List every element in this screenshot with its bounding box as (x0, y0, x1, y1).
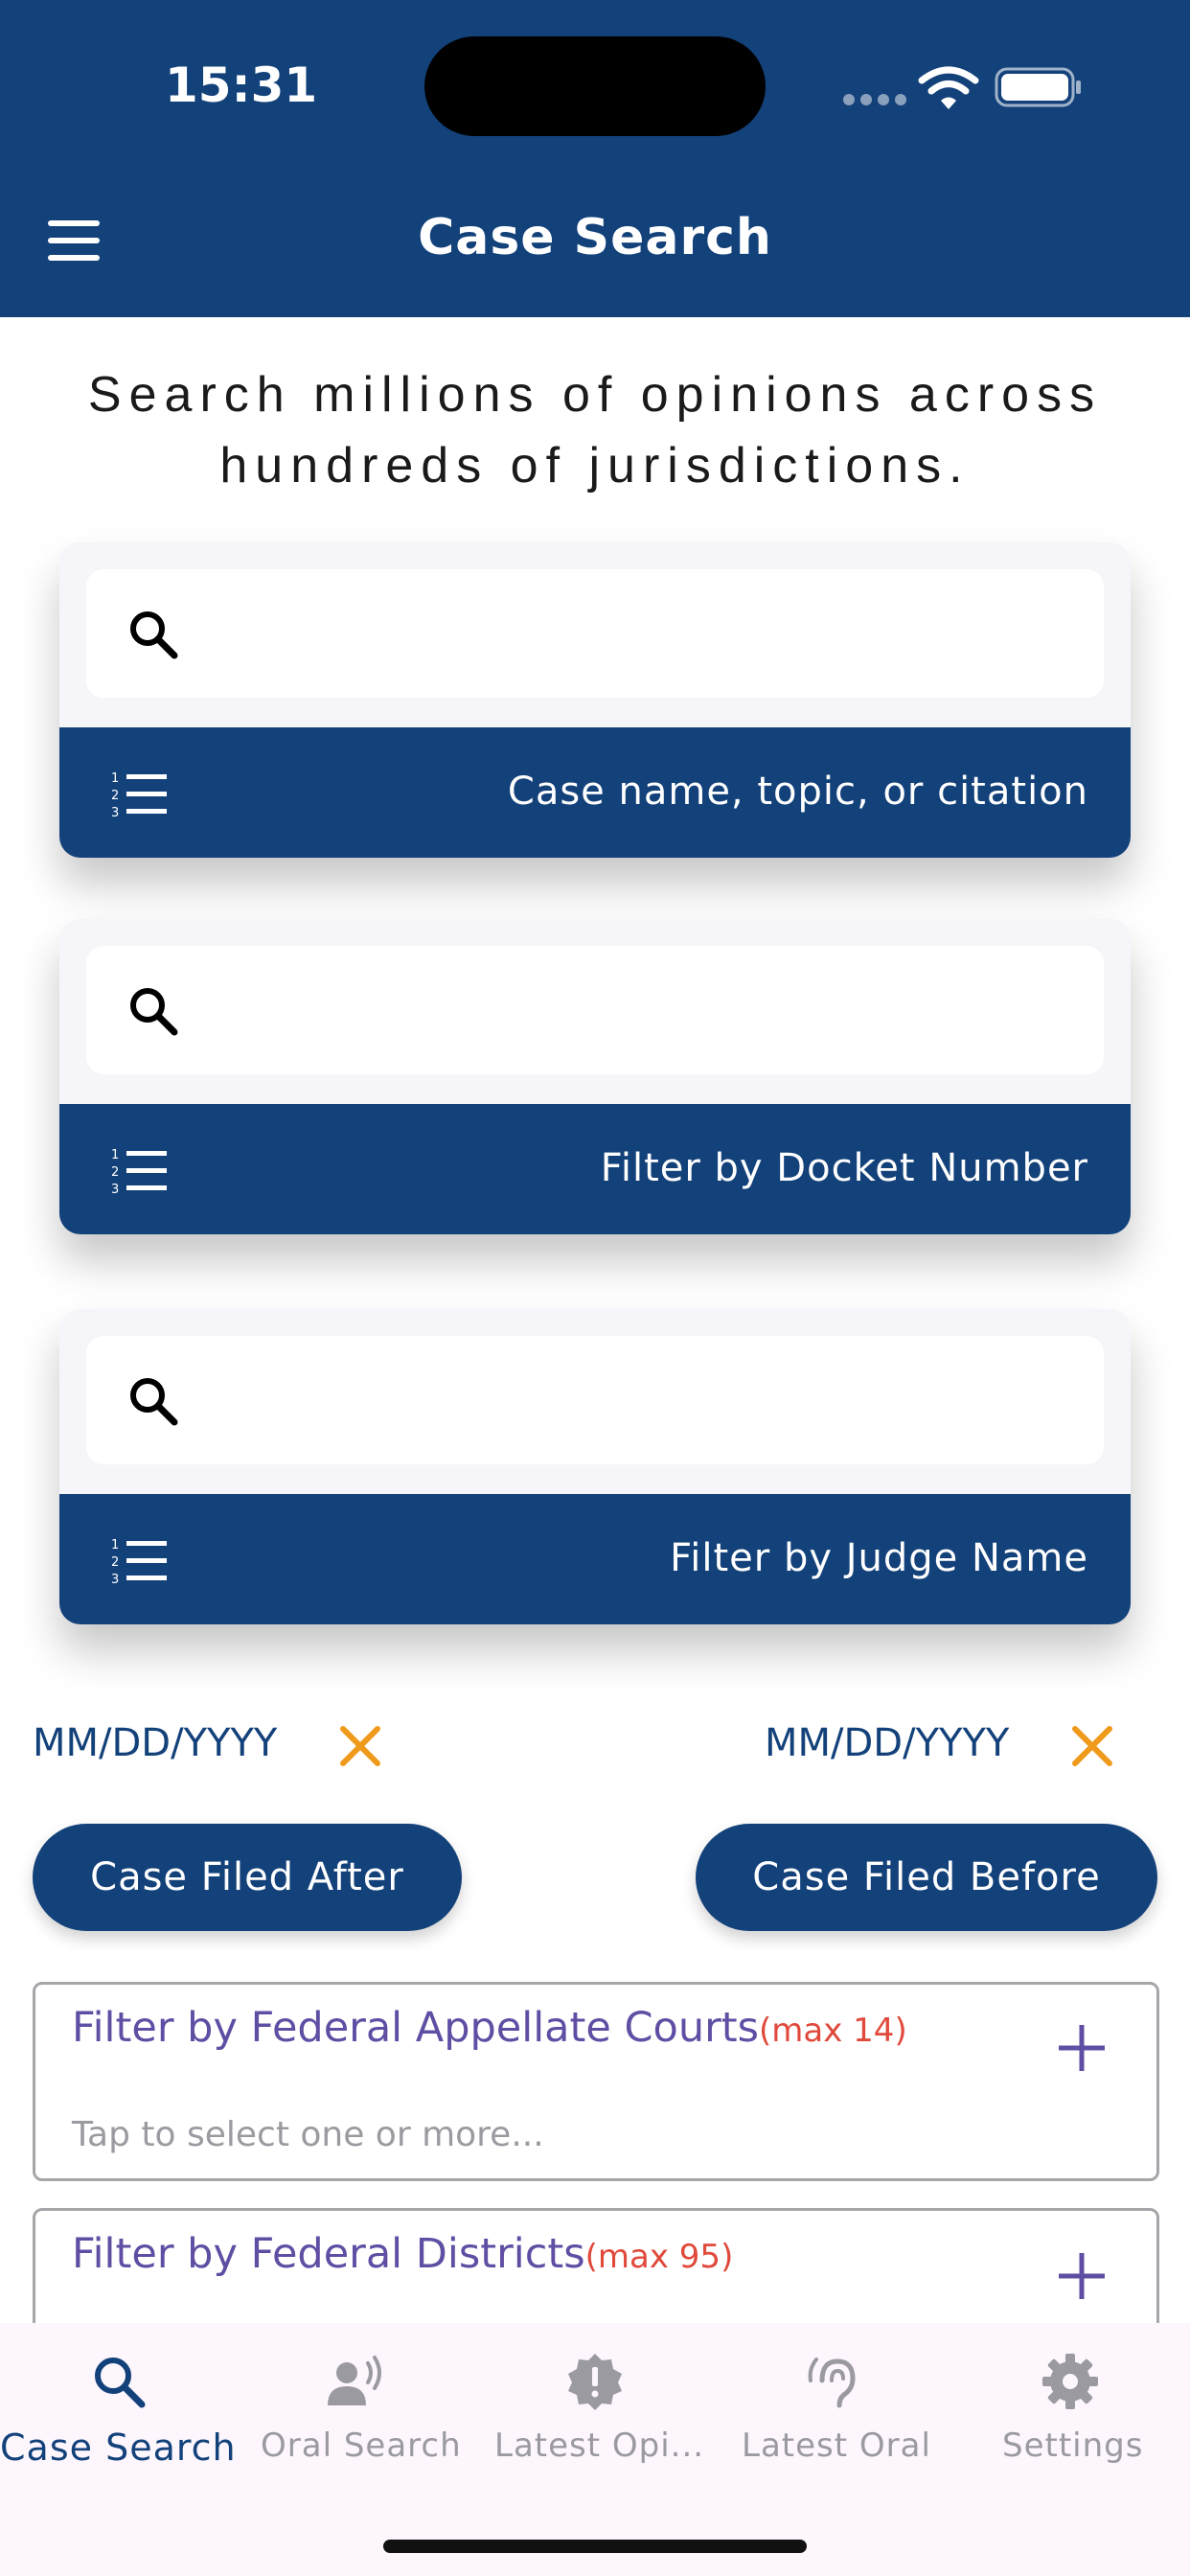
alert-badge-icon (568, 2354, 622, 2410)
appellate-courts-filter-title: Filter by Federal Appellate Courts(max 1… (72, 2004, 907, 2052)
app-header: 15:31 Case Search (0, 0, 1190, 317)
home-indicator (383, 2540, 807, 2553)
date-before-value[interactable]: MM/DD/YYYY (765, 1721, 1009, 1765)
search-icon (130, 1378, 178, 1426)
judge-search-hint: Filter by Judge Name (670, 1536, 1088, 1580)
appellate-courts-hint: Tap to select one or more... (72, 2115, 544, 2154)
tab-settings[interactable]: Settings (950, 2323, 1190, 2476)
numbered-list-icon: 1 2 3 (111, 1148, 167, 1194)
tab-case-search[interactable]: Case Search (0, 2323, 238, 2476)
svg-text:2: 2 (111, 789, 119, 803)
search-card-case: 1 2 3 Case name, topic, or citation (59, 542, 1131, 858)
svg-text:3: 3 (111, 1183, 119, 1194)
clear-date-after-icon[interactable] (339, 1725, 381, 1767)
svg-text:1: 1 (111, 1538, 119, 1552)
battery-icon (995, 67, 1081, 107)
svg-text:2: 2 (111, 1165, 119, 1180)
tab-latest-opinions[interactable]: Latest Opi... (475, 2323, 713, 2476)
date-after-value[interactable]: MM/DD/YYYY (33, 1721, 277, 1765)
docket-search-field[interactable] (86, 946, 1104, 1074)
speaking-person-icon (328, 2356, 381, 2405)
svg-text:3: 3 (111, 806, 119, 817)
add-appellate-court-icon[interactable] (1055, 2021, 1109, 2075)
docket-type-bar[interactable]: 1 2 3 Filter by Docket Number (59, 1104, 1131, 1234)
tab-label: Latest Opi... (494, 2426, 705, 2465)
search-card-judge: 1 2 3 Filter by Judge Name (59, 1309, 1131, 1624)
clear-date-before-icon[interactable] (1071, 1725, 1113, 1767)
case-filed-after-button[interactable]: Case Filed After (33, 1824, 462, 1931)
numbered-list-icon: 1 2 3 (111, 771, 167, 817)
docket-search-hint: Filter by Docket Number (600, 1146, 1088, 1190)
tab-latest-oral[interactable]: Latest Oral (713, 2323, 950, 2476)
svg-text:1: 1 (111, 1148, 119, 1162)
svg-text:3: 3 (111, 1573, 119, 1584)
tab-label: Settings (1002, 2426, 1144, 2465)
tab-label: Latest Oral (742, 2426, 931, 2465)
appellate-courts-max: (max 14) (759, 2012, 907, 2050)
case-filed-before-button[interactable]: Case Filed Before (696, 1824, 1157, 1931)
search-icon (130, 988, 178, 1036)
gear-icon (1042, 2354, 1098, 2409)
case-search-hint: Case name, topic, or citation (507, 770, 1088, 814)
page-title: Case Search (418, 209, 772, 266)
appellate-courts-filter[interactable]: Filter by Federal Appellate Courts(max 1… (33, 1982, 1159, 2181)
case-search-type-bar[interactable]: 1 2 3 Case name, topic, or citation (59, 727, 1131, 858)
search-icon (130, 611, 178, 659)
federal-districts-max: (max 95) (584, 2238, 734, 2276)
case-search-input[interactable] (211, 592, 1077, 677)
federal-districts-filter-title: Filter by Federal Districts(max 95) (72, 2230, 734, 2278)
search-tagline: Search millions of opinions across hundr… (87, 367, 1103, 494)
tab-label: Oral Search (261, 2426, 462, 2465)
svg-text:1: 1 (111, 771, 119, 786)
judge-search-field[interactable] (86, 1336, 1104, 1464)
tab-oral-search[interactable]: Oral Search (238, 2323, 475, 2476)
search-card-docket: 1 2 3 Filter by Docket Number (59, 919, 1131, 1234)
dynamic-island (424, 36, 766, 136)
add-federal-district-icon[interactable] (1055, 2249, 1109, 2303)
svg-text:2: 2 (111, 1555, 119, 1570)
wifi-icon (918, 66, 979, 109)
judge-type-bar[interactable]: 1 2 3 Filter by Judge Name (59, 1494, 1131, 1624)
judge-search-input[interactable] (211, 1359, 1077, 1443)
search-icon (95, 2358, 146, 2408)
numbered-list-icon: 1 2 3 (111, 1538, 167, 1584)
docket-search-input[interactable] (211, 969, 1077, 1053)
case-search-field[interactable] (86, 569, 1104, 698)
tab-label: Case Search (0, 2426, 237, 2469)
bottom-tab-bar: Case Search Oral Search Latest Opi... La… (0, 2323, 1190, 2576)
hearing-icon (808, 2358, 856, 2408)
